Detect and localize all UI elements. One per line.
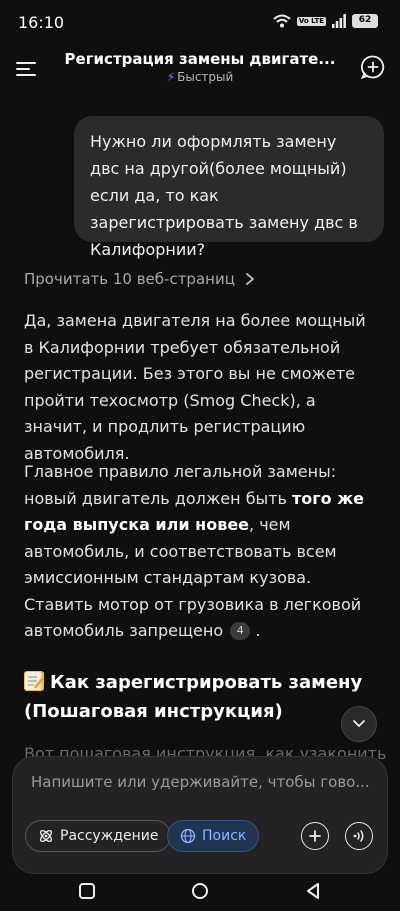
system-nav-bar: [0, 872, 400, 911]
citation-badge[interactable]: 4: [230, 622, 251, 640]
section-heading-text: Как зарегистрировать замену (Пошаговая и…: [24, 672, 363, 722]
answer-paragraph-1: Да, замена двигателя на более мощный в К…: [24, 311, 366, 463]
chevron-down-icon: [353, 720, 365, 727]
signal-icon: [332, 14, 346, 28]
chat-header: Регистрация замены двигате... ⚡ Быстрый: [0, 44, 400, 96]
wifi-icon: [273, 14, 291, 28]
web-sources-link[interactable]: Прочитать 10 веб-страниц: [24, 270, 255, 288]
mode-label: Быстрый: [177, 70, 234, 84]
menu-icon[interactable]: [14, 56, 40, 82]
section-heading: Как зарегистрировать замену (Пошаговая и…: [24, 668, 364, 726]
attach-button[interactable]: [301, 822, 329, 850]
battery-icon: 62: [352, 14, 378, 28]
sources-label: Прочитать 10 веб-страниц: [24, 270, 235, 288]
answer-paragraph-2: Главное правило легальной замены: новый …: [24, 462, 364, 640]
scroll-down-button[interactable]: [341, 706, 377, 742]
chat-title[interactable]: Регистрация замены двигате...: [60, 50, 340, 68]
globe-icon: [180, 828, 196, 844]
message-input[interactable]: Напишите или удерживайте, чтобы гово...: [31, 773, 371, 791]
user-message-bubble: Нужно ли оформлять замену двс на другой(…: [74, 116, 384, 259]
volte-badge: Vo LTE: [296, 16, 326, 26]
message-composer: Напишите или удерживайте, чтобы гово... …: [12, 756, 388, 874]
chevron-right-icon: [246, 273, 254, 285]
reasoning-toggle[interactable]: Рассуждение: [25, 820, 172, 852]
home-icon[interactable]: [189, 880, 211, 902]
answer-text: Главное правило легальной замены: новый …: [24, 462, 337, 508]
recent-apps-icon[interactable]: [76, 880, 98, 902]
atom-icon: [39, 829, 53, 843]
status-bar: 16:10 Vo LTE 62: [0, 0, 400, 44]
voice-wave-icon: [353, 830, 364, 842]
search-label: Поиск: [202, 828, 247, 844]
search-toggle[interactable]: Поиск: [167, 820, 260, 852]
mode-indicator[interactable]: ⚡ Быстрый: [60, 70, 340, 84]
memo-icon: [24, 671, 44, 691]
reasoning-label: Рассуждение: [60, 828, 159, 844]
status-icons: Vo LTE 62: [273, 14, 378, 28]
status-time: 16:10: [18, 13, 65, 32]
voice-button[interactable]: [345, 822, 373, 850]
plus-icon: [309, 830, 321, 842]
lightning-icon: ⚡: [166, 70, 176, 84]
back-icon[interactable]: [302, 880, 324, 902]
new-chat-icon[interactable]: [360, 54, 386, 80]
